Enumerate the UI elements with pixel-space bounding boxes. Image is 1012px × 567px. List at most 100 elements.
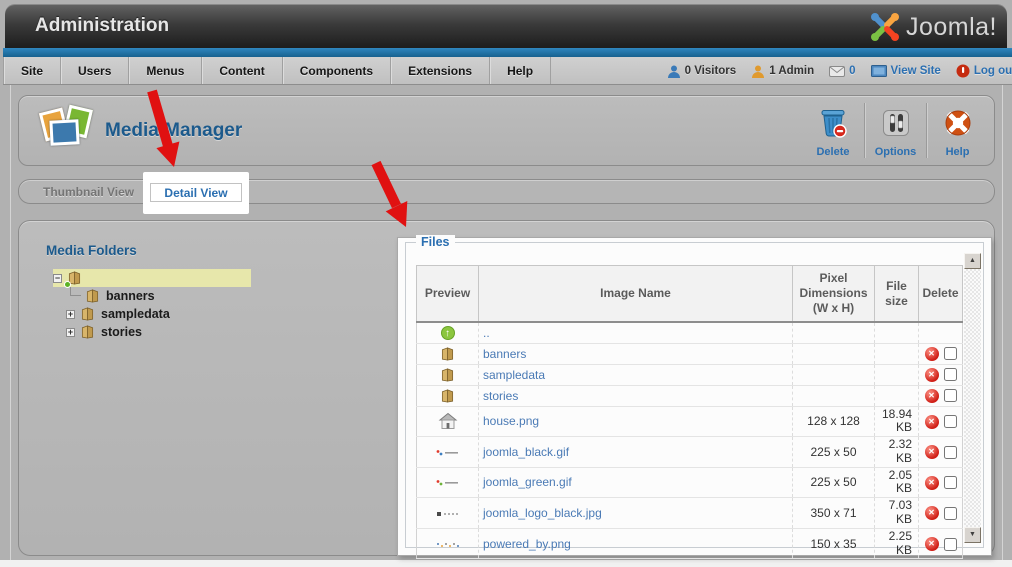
delete-file-icon[interactable]: ✕ <box>924 414 939 429</box>
joomla-x-icon <box>868 10 902 44</box>
dims-value <box>792 343 875 365</box>
table-row-banners: banners ✕ <box>416 343 963 365</box>
tree-connector <box>70 287 81 296</box>
page-header-panel: Media Manager Delete Options Help <box>18 95 995 166</box>
page-title: Media Manager <box>105 119 243 141</box>
select-file-checkbox[interactable] <box>943 537 957 551</box>
collapse-toggle-icon[interactable]: − <box>53 273 62 283</box>
tree-item-stories[interactable]: + stories <box>66 323 303 341</box>
table-row-sampledata: sampledata ✕ <box>416 364 963 386</box>
delete-button[interactable]: Delete <box>802 103 864 158</box>
file-link[interactable]: joomla_logo_black.jpg <box>483 506 602 520</box>
monitor-icon <box>870 65 887 77</box>
window-title: Administration <box>35 15 170 36</box>
menu-item-menus[interactable]: Menus <box>129 57 203 84</box>
expand-toggle-icon[interactable]: + <box>66 327 75 337</box>
delete-trash-icon <box>818 106 848 143</box>
col-image-name: Image Name <box>478 265 793 323</box>
media-folders-tree: − banners + sampledata + stories <box>53 269 303 341</box>
size-value: 2.32 KB <box>874 436 919 468</box>
dims-value: 225 x 50 <box>792 436 875 468</box>
menu-item-help[interactable]: Help <box>490 57 552 84</box>
select-file-checkbox[interactable] <box>943 347 957 361</box>
table-header-row: Preview Image Name Pixel Dimensions (W x… <box>416 265 963 323</box>
statusbar: 0 Visitors 1 Admin 0 View Site Log out <box>667 57 1012 85</box>
menu-item-components[interactable]: Components <box>283 57 392 84</box>
size-value: 2.05 KB <box>874 467 919 499</box>
options-label: Options <box>874 146 917 158</box>
annotation-highlight-box: Detail View <box>143 172 249 214</box>
toolbar: Delete Options Help <box>802 103 988 158</box>
delete-file-icon[interactable]: ✕ <box>924 346 939 361</box>
select-file-checkbox[interactable] <box>943 368 957 382</box>
delete-file-icon[interactable]: ✕ <box>924 506 939 521</box>
mail-icon <box>829 65 846 77</box>
size-value: 18.94 KB <box>874 406 919 438</box>
file-link[interactable]: .. <box>483 326 490 340</box>
select-file-checkbox[interactable] <box>943 445 957 459</box>
folder-icon <box>80 324 95 340</box>
joomla-green-thumbnail <box>435 479 461 487</box>
tree-item-sampledata[interactable]: + sampledata <box>66 305 303 323</box>
menu-item-extensions[interactable]: Extensions <box>391 57 491 84</box>
dims-value <box>792 322 875 344</box>
delete-file-icon[interactable]: ✕ <box>924 388 939 403</box>
dims-value: 350 x 71 <box>792 497 875 529</box>
log-out-link[interactable]: Log out <box>956 64 1012 78</box>
size-value <box>874 364 919 386</box>
menu-item-users[interactable]: Users <box>61 57 130 84</box>
options-button[interactable]: Options <box>864 103 926 158</box>
select-file-checkbox[interactable] <box>943 415 957 429</box>
joomla-black-thumbnail <box>435 449 461 457</box>
col-delete: Delete <box>918 265 963 323</box>
size-value <box>874 322 919 344</box>
file-link[interactable]: stories <box>483 389 518 403</box>
tree-item-root[interactable]: − <box>53 269 251 288</box>
admin-person-icon <box>751 65 765 78</box>
select-file-checkbox[interactable] <box>943 506 957 520</box>
size-value <box>874 343 919 365</box>
size-value <box>874 385 919 407</box>
files-scrollbar: ▲ ▼ <box>964 253 981 543</box>
joomla-logo-black-thumbnail <box>435 510 461 518</box>
file-link[interactable]: sampledata <box>483 368 545 382</box>
delete-file-icon[interactable]: ✕ <box>924 367 939 382</box>
admin-menubar: Site Users Menus Content Components Exte… <box>3 57 1012 85</box>
dims-value: 128 x 128 <box>792 406 875 438</box>
dims-value <box>792 364 875 386</box>
col-preview: Preview <box>416 265 479 323</box>
view-site-link[interactable]: View Site <box>870 65 941 77</box>
files-table: Preview Image Name Pixel Dimensions (W x… <box>416 265 963 560</box>
select-file-checkbox[interactable] <box>943 389 957 403</box>
delete-file-icon[interactable]: ✕ <box>924 475 939 490</box>
messages-status[interactable]: 0 <box>829 65 856 77</box>
menu-item-site[interactable]: Site <box>3 57 62 84</box>
up-arrow-icon[interactable]: ↑ <box>440 326 455 341</box>
tab-thumbnail-view[interactable]: Thumbnail View <box>43 180 134 205</box>
folder-icon <box>80 306 95 322</box>
file-link[interactable]: banners <box>483 347 526 361</box>
expand-toggle-icon[interactable]: + <box>66 309 75 319</box>
table-row-stories: stories ✕ <box>416 385 963 407</box>
media-folders-title: Media Folders <box>46 243 137 258</box>
delete-file-icon[interactable]: ✕ <box>924 537 939 552</box>
messages-count: 0 <box>849 65 856 77</box>
log-out-label: Log out <box>973 65 1012 77</box>
scroll-down-button[interactable]: ▼ <box>964 527 981 543</box>
scroll-up-button[interactable]: ▲ <box>964 253 981 269</box>
file-link[interactable]: joomla_black.gif <box>483 445 569 459</box>
folder-icon <box>440 346 455 362</box>
joomla-admin-window: Administration Joomla! Site Users Menus … <box>0 0 1012 567</box>
house-thumbnail <box>438 412 458 430</box>
file-link[interactable]: joomla_green.gif <box>483 475 572 489</box>
delete-file-icon[interactable]: ✕ <box>924 445 939 460</box>
tab-detail-view[interactable]: Detail View <box>150 183 242 202</box>
menu-item-content[interactable]: Content <box>202 57 283 84</box>
tree-item-banners[interactable]: banners <box>66 287 303 305</box>
scroll-track[interactable] <box>964 269 981 527</box>
select-file-checkbox[interactable] <box>943 476 957 490</box>
help-button[interactable]: Help <box>926 103 988 158</box>
file-link[interactable]: powered_by.png <box>483 537 571 551</box>
file-link[interactable]: house.png <box>483 414 539 428</box>
col-pixel-dimensions: Pixel Dimensions (W x H) <box>792 265 875 323</box>
